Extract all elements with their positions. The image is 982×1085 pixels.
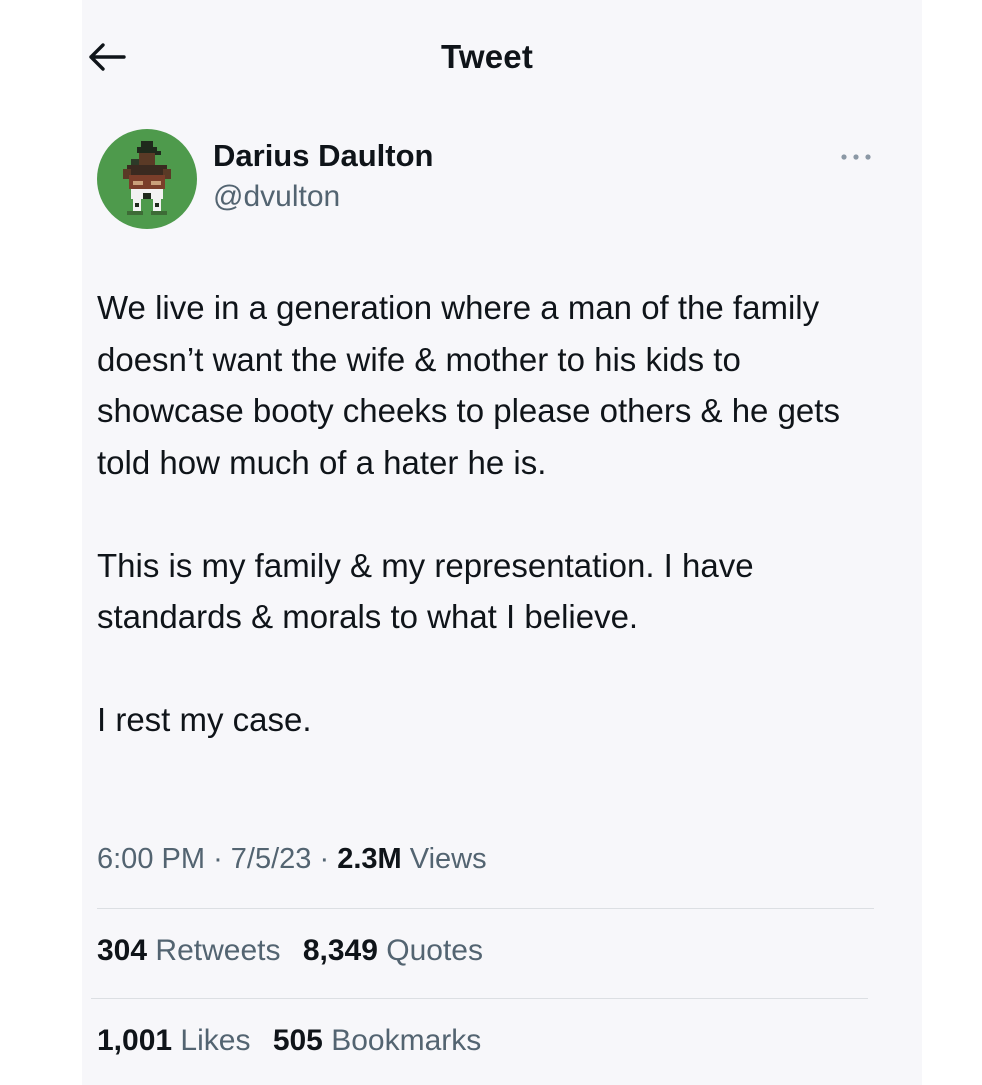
tweet-screen: Tweet Darius Daulton @dvulton We live in…	[0, 0, 982, 1085]
tweet-paragraph: This is my family & my representation. I…	[97, 546, 754, 636]
likes-count: 1,001	[97, 1024, 173, 1057]
bookmarks-stat[interactable]: 505 Bookmarks	[273, 1024, 481, 1057]
quotes-count: 8,349	[302, 934, 378, 967]
tweet-text: We live in a generation where a man of t…	[97, 282, 887, 746]
stats-row-reposts: 304 Retweets 8,349 Quotes	[97, 934, 497, 968]
tweet-meta: 6:00 PM · 7/5/23 · 2.3M Views	[97, 843, 487, 876]
retweets-label: Retweets	[155, 934, 281, 967]
views-label: Views	[409, 843, 487, 875]
divider	[91, 998, 868, 999]
pixel-art-character-icon	[97, 129, 197, 229]
tweet-time[interactable]: 6:00 PM	[97, 843, 205, 875]
views-count: 2.3M	[337, 843, 402, 875]
bookmarks-label: Bookmarks	[331, 1024, 482, 1057]
page-title: Tweet	[440, 38, 534, 75]
bookmarks-count: 505	[272, 1024, 323, 1057]
avatar[interactable]	[97, 129, 197, 229]
more-horizontal-icon	[840, 148, 872, 166]
likes-label: Likes	[180, 1024, 251, 1057]
retweets-count: 304	[97, 934, 148, 967]
divider	[97, 908, 874, 909]
top-bar: Tweet	[0, 0, 982, 110]
likes-stat[interactable]: 1,001 Likes	[97, 1024, 259, 1057]
author-name[interactable]: Darius Daulton	[213, 138, 433, 174]
meta-separator: ·	[319, 843, 330, 875]
tweet-paragraph: We live in a generation where a man of t…	[97, 289, 840, 481]
tweet-paragraph: I rest my case.	[97, 701, 312, 738]
quotes-label: Quotes	[386, 934, 483, 967]
quotes-stat[interactable]: 8,349 Quotes	[303, 934, 483, 967]
retweets-stat[interactable]: 304 Retweets	[97, 934, 289, 967]
author-handle[interactable]: @dvulton	[213, 180, 340, 214]
stats-row-likes: 1,001 Likes 505 Bookmarks	[97, 1024, 495, 1058]
tweet-date[interactable]: 7/5/23	[231, 843, 312, 875]
more-options-button[interactable]	[836, 145, 876, 169]
meta-separator: ·	[213, 843, 223, 875]
